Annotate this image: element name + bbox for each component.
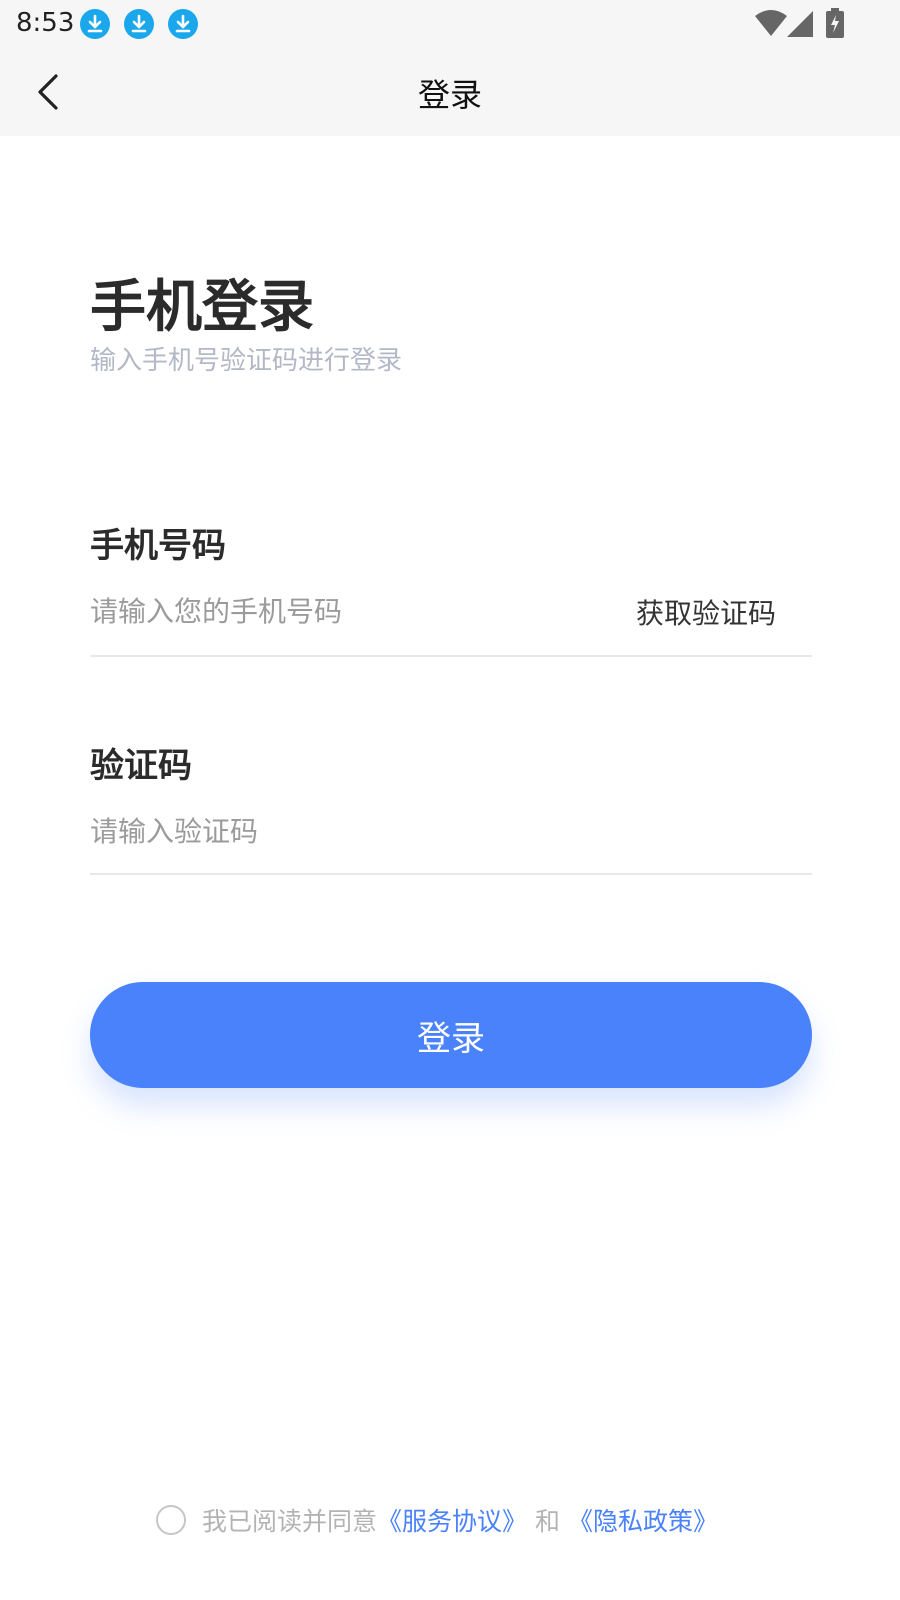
page-subtitle: 输入手机号验证码进行登录 [90, 346, 403, 376]
wifi-icon [755, 10, 787, 36]
nav-bar: 登录 [0, 48, 900, 136]
download-icon [124, 9, 154, 39]
phone-input[interactable] [90, 586, 610, 636]
status-bar: 8:53 [0, 0, 900, 48]
status-time: 8:53 [16, 8, 75, 38]
download-icon [168, 9, 198, 39]
phone-label: 手机号码 [90, 526, 226, 566]
privacy-policy-link[interactable]: 《隐私政策》 [568, 1502, 718, 1538]
page-title: 手机登录 [90, 275, 314, 340]
agreement-checkbox[interactable] [156, 1505, 186, 1535]
code-divider [90, 873, 812, 875]
phone-divider [90, 655, 812, 657]
login-button[interactable]: 登录 [90, 982, 812, 1088]
download-icon [80, 9, 110, 39]
code-input[interactable] [90, 806, 610, 856]
signal-icon [787, 11, 813, 37]
get-code-button[interactable]: 获取验证码 [636, 592, 776, 632]
code-label: 验证码 [90, 746, 192, 786]
battery-charging-icon [826, 8, 844, 38]
agreement-row: 我已阅读并同意 《服务协议》 和 《隐私政策》 [156, 1500, 718, 1540]
nav-title: 登录 [417, 76, 482, 114]
agreement-prefix: 我已阅读并同意 [202, 1507, 378, 1536]
service-agreement-link[interactable]: 《服务协议》 [377, 1502, 527, 1538]
agreement-and: 和 [535, 1507, 561, 1536]
